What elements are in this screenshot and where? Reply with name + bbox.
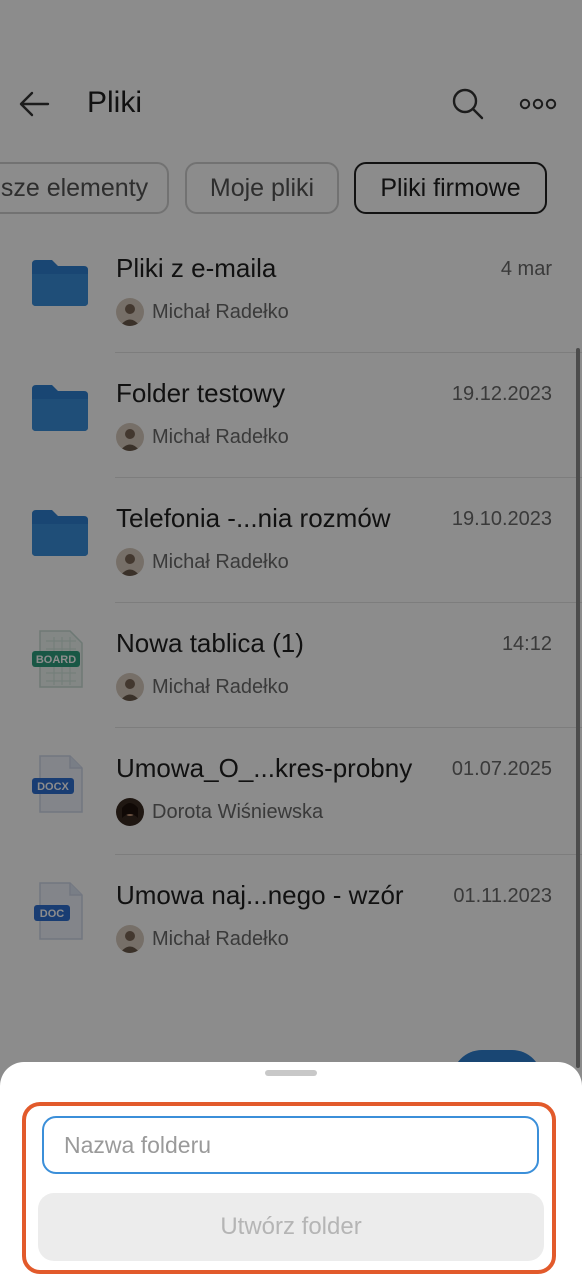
sheet-grab-handle[interactable] bbox=[265, 1070, 317, 1076]
folder-name-input[interactable] bbox=[42, 1116, 539, 1174]
create-folder-sheet: Utwórz folder bbox=[0, 1062, 582, 1280]
create-folder-button[interactable]: Utwórz folder bbox=[38, 1193, 544, 1261]
